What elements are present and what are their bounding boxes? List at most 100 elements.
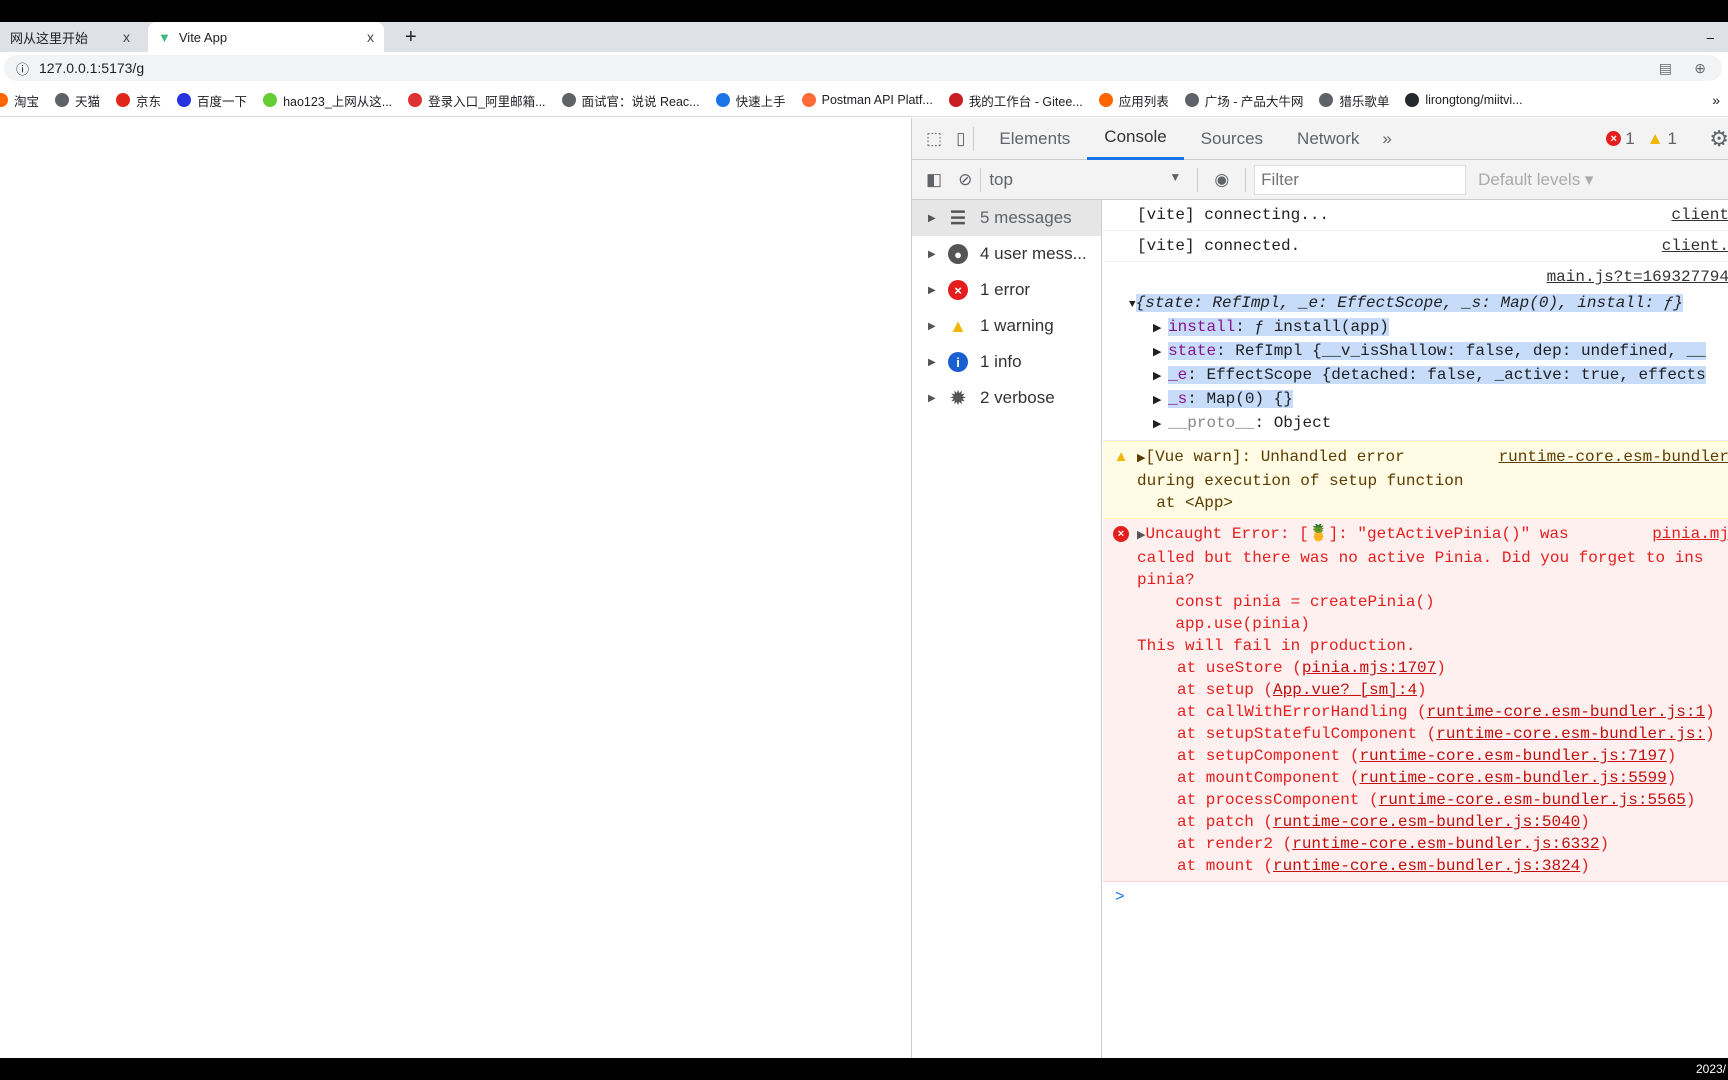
stack-link[interactable]: runtime-core.esm-bundler.js:5599	[1359, 769, 1666, 787]
property-line: _s: Map(0) {}	[1168, 390, 1293, 408]
devtools-panel: ⬚ ▯ Elements Console Sources Network » × 1 …	[911, 118, 1728, 1058]
object-property[interactable]: ▶ _e: EffectScope {detached: false, _act…	[1137, 364, 1728, 388]
bookmark-favicon-icon	[408, 93, 423, 107]
stack-frame: at processComponent (runtime-core.esm-bu…	[1177, 791, 1696, 809]
stack-frame: at callWithErrorHandling (runtime-core.e…	[1177, 703, 1715, 721]
sidebar-item-list[interactable]: ▶ ☰ 5 messages	[912, 200, 1101, 236]
expand-triangle-icon: ▶	[1153, 371, 1169, 383]
sidebar-toggle-icon[interactable]: ◧	[926, 170, 942, 190]
bookmark-item[interactable]: 猎乐歌单	[1319, 91, 1389, 110]
inspect-element-icon[interactable]: ⬚	[926, 129, 942, 149]
stack-link[interactable]: runtime-core.esm-bundler.js:	[1436, 725, 1705, 743]
bookmark-item[interactable]: 淘宝	[0, 91, 39, 110]
zoom-icon[interactable]: ⊕	[1694, 60, 1706, 77]
stack-link[interactable]: runtime-core.esm-bundler.js:7197	[1359, 747, 1666, 765]
bookmark-item[interactable]: 快速上手	[715, 91, 786, 110]
expand-triangle-icon: ▶	[928, 284, 936, 296]
address-bar[interactable]: ⓘ 127.0.0.1:5173/g ▤ ⊕	[4, 55, 1722, 81]
stack-link[interactable]: runtime-core.esm-bundler.js:5040	[1273, 813, 1580, 831]
bookmark-label: hao123_上网从这...	[283, 94, 393, 109]
expand-triangle-icon: ▶	[928, 392, 936, 404]
stack-link[interactable]: runtime-core.esm-bundler.js:5565	[1379, 791, 1686, 809]
bookmark-item[interactable]: lirongtong/miitvi...	[1405, 93, 1523, 107]
clear-console-icon[interactable]: ⊘	[958, 170, 972, 190]
sidebar-item-bug[interactable]: ▶ ✹ 2 verbose	[912, 380, 1101, 416]
tab-network[interactable]: Network	[1280, 118, 1376, 160]
object-property[interactable]: ▶ install: ƒ install(app)	[1137, 316, 1728, 340]
stack-frame: at mountComponent (runtime-core.esm-bund…	[1177, 769, 1677, 787]
error-text: called but there was no active Pinia. Di…	[1137, 549, 1704, 567]
issues-counter[interactable]: × 1 ▲ 1	[1606, 129, 1677, 149]
warning-icon: ▲	[1646, 128, 1664, 148]
bookmark-item[interactable]: 天猫	[55, 91, 100, 110]
tab-elements[interactable]: Elements	[982, 118, 1087, 160]
property-line: __proto__: Object	[1168, 414, 1331, 432]
sidebar-item-info[interactable]: ▶ i 1 info	[912, 344, 1101, 380]
stack-link[interactable]: runtime-core.esm-bundler.js:3824	[1273, 857, 1580, 875]
console-prompt[interactable]: >	[1103, 882, 1728, 912]
bookmark-item[interactable]: 百度一下	[177, 91, 247, 110]
stack-fn: at useStore (	[1177, 659, 1302, 677]
tab-inactive[interactable]: 网从这里开始 x	[0, 22, 140, 52]
sidebar-item-error[interactable]: ▶ × 1 error	[912, 272, 1101, 308]
source-link[interactable]: main.js?t=169327794	[1541, 266, 1728, 288]
source-link[interactable]: pinia.mj	[1646, 523, 1728, 545]
property-value: : ƒ install(app)	[1235, 318, 1389, 336]
sidebar-item-warning[interactable]: ▶ ▲ 1 warning	[912, 308, 1101, 344]
minimize-button[interactable]: –	[1697, 22, 1724, 52]
tab-title: Vite App	[178, 29, 228, 45]
expand-triangle-icon: ▶	[928, 212, 936, 224]
bookmark-item[interactable]: Postman API Platf...	[801, 93, 933, 107]
object-property[interactable]: ▶ state: RefImpl {__v_isShallow: false, …	[1137, 340, 1728, 364]
more-tabs-button[interactable]: »	[1382, 129, 1391, 149]
close-tab-icon[interactable]: x	[367, 29, 374, 45]
console-toolbar: ◧ ⊘ top ▼ ◉ Default levels ▾	[912, 160, 1728, 200]
bookmark-item[interactable]: 广场 - 产品大牛网	[1184, 91, 1304, 110]
bookmark-item[interactable]: 面试官：说说 Reac...	[561, 91, 700, 110]
bookmark-item[interactable]: hao123_上网从这...	[263, 91, 392, 110]
log-levels-dropdown[interactable]: Default levels ▾	[1478, 170, 1593, 190]
bookmark-label: 广场 - 产品大牛网	[1204, 94, 1304, 109]
bookmark-item[interactable]: 登录入口_阿里邮箱...	[408, 91, 546, 110]
bookmark-favicon-icon	[177, 93, 192, 107]
warning-text: [Vue warn]: Unhandled error	[1145, 448, 1405, 466]
sidebar-item-label: 5 messages	[980, 208, 1072, 227]
bookmark-item[interactable]: 我的工作台 - Gitee...	[948, 91, 1083, 110]
device-toolbar-icon[interactable]: ▯	[956, 129, 965, 149]
stack-link[interactable]: App.vue?_[sm]:4	[1273, 681, 1417, 699]
filter-input[interactable]	[1254, 164, 1467, 195]
context-select[interactable]: top ▼	[989, 170, 1189, 190]
bookmark-item[interactable]: 应用列表	[1098, 91, 1169, 110]
translate-icon[interactable]: ▤	[1659, 60, 1672, 77]
expand-triangle-icon: ▶	[928, 356, 936, 368]
error-count: 1	[1625, 128, 1635, 148]
stack-link[interactable]: runtime-core.esm-bundler.js:6332	[1292, 835, 1599, 853]
new-tab-button[interactable]: +	[395, 22, 427, 52]
stack-link[interactable]: runtime-core.esm-bundler.js:1	[1427, 703, 1705, 721]
source-link[interactable]: client	[1665, 204, 1728, 226]
source-link[interactable]: client.	[1656, 235, 1728, 257]
warning-icon: ▲	[1113, 448, 1129, 465]
object-summary[interactable]: ▼{state: RefImpl, _e: EffectScope, _s: M…	[1129, 292, 1728, 316]
tab-console[interactable]: Console	[1087, 118, 1184, 160]
tab-strip: 网从这里开始 x ▼ Vite App x + –	[0, 22, 1728, 52]
settings-gear-icon[interactable]: ⚙	[1709, 126, 1728, 152]
sidebar-item-user[interactable]: ▶ ● 4 user mess...	[912, 236, 1101, 272]
more-bookmarks-button[interactable]: »	[1712, 92, 1720, 108]
object-property[interactable]: ▶ _s: Map(0) {}	[1137, 388, 1728, 412]
stack-link[interactable]: pinia.mjs:1707	[1302, 659, 1436, 677]
close-tab-icon[interactable]: x	[123, 29, 130, 45]
property-line: install: ƒ install(app)	[1168, 318, 1389, 336]
expand-triangle-icon: ▶	[928, 248, 936, 260]
tab-sources[interactable]: Sources	[1184, 118, 1280, 160]
log-text: [vite] connected.	[1137, 237, 1301, 255]
stack-fn: at processComponent (	[1177, 791, 1379, 809]
tab-active[interactable]: ▼ Vite App x	[148, 22, 384, 52]
bookmark-item[interactable]: 京东	[116, 91, 161, 110]
source-link[interactable]: runtime-core.esm-bundler	[1492, 446, 1728, 468]
live-expression-eye-icon[interactable]: ◉	[1214, 170, 1229, 190]
property-line: _e: EffectScope {detached: false, _activ…	[1168, 366, 1706, 384]
bookmark-label: 百度一下	[197, 94, 248, 109]
object-property[interactable]: ▶ __proto__: Object	[1137, 412, 1728, 436]
sidebar-item-label: 1 warning	[980, 316, 1054, 335]
